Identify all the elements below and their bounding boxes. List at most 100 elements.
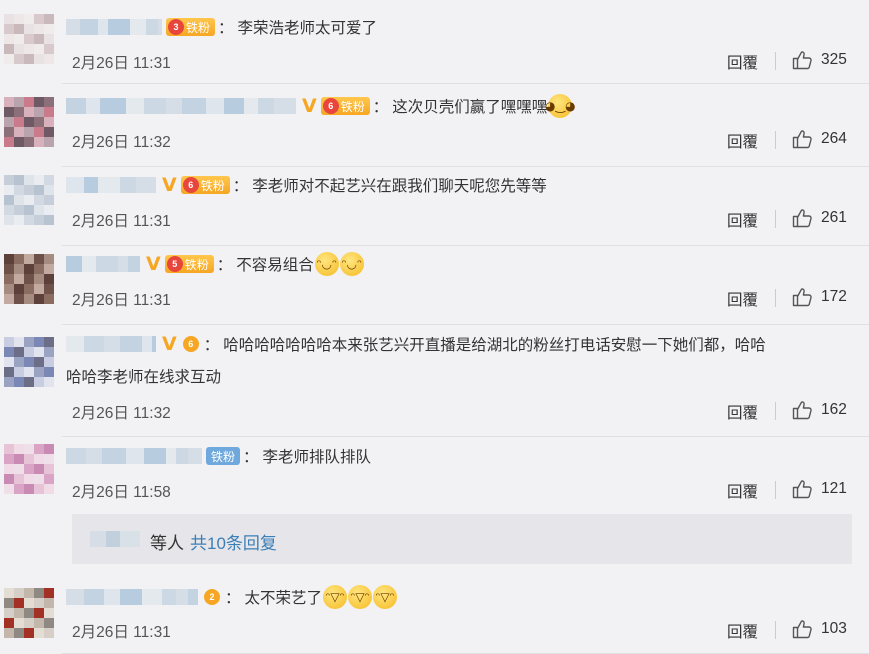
emoji-icon: ᵔ◡ᵔ — [314, 252, 339, 276]
comment-date: 2月26日 11:58 — [72, 484, 171, 501]
like-count: 325 — [821, 51, 847, 68]
fan-badge-label: 铁粉 — [200, 178, 225, 193]
comment-header-line: V 5 铁粉：不容易组合 ᵔ◡ᵔ ᵔ◡ᵔ — [66, 251, 364, 277]
like-count: 103 — [821, 620, 847, 637]
comment-header-line: 2：太不荣艺了 ᵔ▽ᵔ ᵔ▽ᵔ ᵔ▽ᵔ — [66, 584, 398, 610]
sub-reply-others-text: 等人 — [150, 534, 184, 553]
comment-item: 3 铁粉：李荣浩老师太可爱了 2月26日 11:31 回覆 325 — [0, 0, 869, 84]
crown-icon: 6 — [182, 177, 199, 193]
comment-date: 2月26日 11:32 — [72, 405, 171, 422]
fan-badge[interactable]: 6 铁粉 — [320, 97, 370, 115]
crown-icon: 2 — [204, 589, 220, 605]
username[interactable] — [66, 256, 140, 272]
avatar[interactable] — [4, 254, 54, 304]
fan-badge-label: 铁粉 — [186, 20, 211, 35]
fan-badge[interactable]: 6 — [181, 335, 201, 353]
thumbs-up-icon[interactable] — [792, 208, 813, 228]
crown-icon: 6 — [182, 336, 199, 352]
comment-item: V 5 铁粉：不容易组合 ᵔ◡ᵔ ᵔ◡ᵔ 2月26日 11:31 回覆 172 — [0, 246, 869, 325]
comment-item: V 6 铁粉：李老师对不起艺兴在跟我们聊天呢您先等等 2月26日 11:31 回覆 261 — [0, 167, 869, 246]
divider — [775, 481, 776, 499]
comment-header-line: 3 铁粉：李荣浩老师太可爱了 — [66, 14, 377, 40]
fan-badge[interactable]: 5 铁粉 — [164, 255, 214, 273]
thumbs-up-icon[interactable] — [792, 50, 813, 70]
crown-icon: 5 — [166, 256, 183, 272]
sub-reply-username[interactable] — [90, 531, 140, 547]
reply-button[interactable]: 回覆 — [727, 51, 758, 73]
like-count: 172 — [821, 288, 847, 305]
thumbs-up-icon[interactable] — [792, 619, 813, 639]
comment-date: 2月26日 11:31 — [72, 624, 171, 641]
divider — [775, 131, 776, 149]
fan-badge[interactable]: 3 铁粉 — [166, 18, 216, 36]
fan-badge-label: 铁粉 — [211, 449, 236, 464]
reply-button[interactable]: 回覆 — [727, 288, 758, 310]
reply-button[interactable]: 回覆 — [727, 130, 758, 152]
avatar[interactable] — [4, 97, 54, 147]
comment-text: 这次贝壳们赢了嘿嘿嘿 — [392, 99, 548, 116]
colon: ： — [203, 337, 220, 354]
fan-badge-label: 铁粉 — [184, 257, 209, 272]
thumbs-up-icon[interactable] — [792, 479, 813, 499]
like-count: 264 — [821, 130, 847, 147]
colon: ： — [372, 99, 389, 116]
crown-icon: 6 — [322, 98, 339, 114]
reply-button[interactable]: 回覆 — [727, 480, 758, 502]
crown-icon: 3 — [168, 19, 184, 35]
emoji-icon: ᵔ◡ᵔ — [339, 252, 364, 276]
reply-button[interactable]: 回覆 — [727, 401, 758, 423]
colon: ： — [232, 178, 249, 195]
comment-date: 2月26日 11:31 — [72, 213, 171, 230]
vip-v-icon: V — [146, 252, 161, 275]
emoji-icon: ◕‿◕ — [545, 94, 576, 118]
comment-date: 2月26日 11:32 — [72, 134, 171, 151]
username[interactable] — [66, 98, 296, 114]
colon: ： — [216, 257, 233, 274]
comment-item: V 6 铁粉：这次贝壳们赢了嘿嘿嘿 ◕‿◕ 2月26日 11:32 回覆 264 — [0, 87, 869, 167]
colon: ： — [243, 449, 259, 466]
comment-text: 李荣浩老师太可爱了 — [237, 20, 378, 37]
vip-v-icon: V — [302, 94, 317, 117]
emoji-icon: ᵔ▽ᵔ — [348, 585, 373, 609]
fan-badge[interactable]: 6 铁粉 — [180, 176, 230, 194]
divider — [775, 402, 776, 420]
emoji-icon: ᵔ▽ᵔ — [323, 585, 348, 609]
avatar[interactable] — [4, 337, 54, 387]
divider — [775, 289, 776, 307]
username[interactable] — [66, 448, 202, 464]
comment-date: 2月26日 11:31 — [72, 55, 171, 72]
like-count: 261 — [821, 209, 847, 226]
emoji-icon: ᵔ▽ᵔ — [373, 585, 398, 609]
divider — [775, 621, 776, 639]
reply-button[interactable]: 回覆 — [727, 620, 758, 642]
fan-badge[interactable]: 2 — [202, 588, 222, 606]
username[interactable] — [66, 589, 198, 605]
reply-button[interactable]: 回覆 — [727, 209, 758, 231]
sub-reply-more-link[interactable]: 共10条回复 — [190, 529, 277, 554]
comment-header-line: V 6：哈哈哈哈哈哈哈本来张艺兴开直播是给湖北的粉丝打电话安慰一下她们都，哈哈 — [66, 331, 766, 357]
thumbs-up-icon[interactable] — [792, 287, 813, 307]
avatar[interactable] — [4, 14, 54, 64]
comment-text-continued: 哈哈李老师在线求互动 — [66, 369, 222, 386]
thumbs-up-icon[interactable] — [792, 129, 813, 149]
comment-header-line: V 6 铁粉：李老师对不起艺兴在跟我们聊天呢您先等等 — [66, 172, 547, 198]
vip-v-icon: V — [162, 173, 177, 196]
comment-date: 2月26日 11:31 — [72, 292, 171, 309]
avatar[interactable] — [4, 444, 54, 494]
comment-text: 李老师对不起艺兴在跟我们聊天呢您先等等 — [252, 178, 547, 195]
comment-item: 2：太不荣艺了 ᵔ▽ᵔ ᵔ▽ᵔ ᵔ▽ᵔ 2月26日 11:31 回覆 103 — [0, 577, 869, 654]
username[interactable] — [66, 177, 156, 193]
sub-replies-box[interactable]: 等人 共10条回复 — [72, 514, 852, 564]
like-count: 121 — [821, 480, 847, 497]
comment-text: 太不荣艺了 — [244, 590, 323, 607]
like-count: 162 — [821, 401, 847, 418]
username[interactable] — [66, 19, 162, 35]
comment-item: V 6：哈哈哈哈哈哈哈本来张艺兴开直播是给湖北的粉丝打电话安慰一下她们都，哈哈哈哈… — [0, 325, 869, 437]
fan-badge-label: 铁粉 — [340, 99, 365, 114]
avatar[interactable] — [4, 588, 54, 638]
fan-badge[interactable]: 铁粉 — [206, 447, 241, 465]
username[interactable] — [66, 336, 156, 352]
thumbs-up-icon[interactable] — [792, 400, 813, 420]
avatar[interactable] — [4, 175, 54, 225]
comment-header-line: 铁粉 ：李老师排队排队 — [66, 443, 371, 469]
